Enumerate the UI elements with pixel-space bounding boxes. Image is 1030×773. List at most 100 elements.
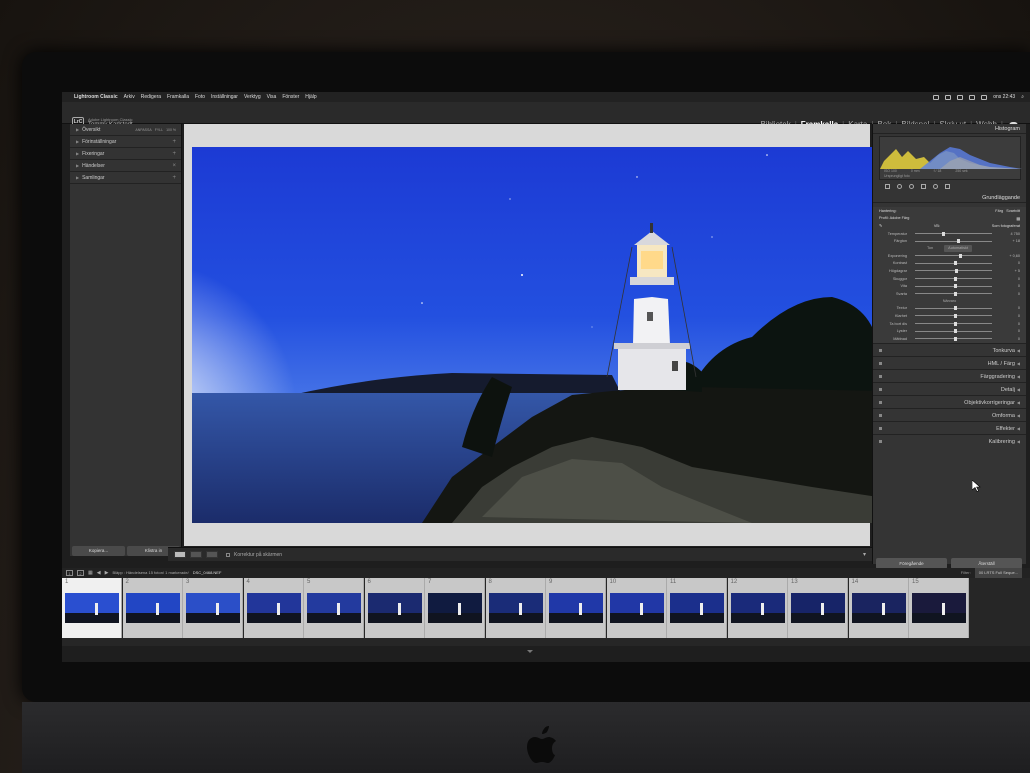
histogram-header[interactable]: Histogram (873, 124, 1026, 134)
graduated-filter-icon[interactable] (921, 184, 926, 189)
collections-header[interactable]: ▶ Samlingar + (70, 172, 181, 184)
slider-thumb[interactable] (957, 239, 961, 244)
filmstrip-thumb[interactable]: 2 (122, 578, 183, 638)
back-arrow-icon[interactable]: ◀ (97, 568, 101, 578)
before-after-view-button[interactable] (190, 551, 202, 558)
slider-value[interactable]: 0 (1000, 277, 1020, 281)
slider-value[interactable]: 0 (1000, 314, 1020, 318)
filmstrip-thumb[interactable]: 6 (364, 578, 425, 638)
menu-redigera[interactable]: Redigera (141, 92, 161, 102)
menu-arkiv[interactable]: Arkiv (124, 92, 135, 102)
slider-thumb[interactable] (953, 336, 957, 341)
copy-settings-button[interactable]: Kopiera... (72, 546, 125, 556)
clear-history-icon[interactable]: × (172, 160, 176, 172)
filmstrip-thumb[interactable]: 15 (909, 578, 969, 638)
panel-toggle-icon[interactable] (879, 400, 882, 404)
slider-thumb[interactable] (953, 284, 957, 289)
crop-icon[interactable] (885, 184, 890, 189)
compare-view-button[interactable] (206, 551, 218, 558)
spot-removal-icon[interactable] (897, 184, 902, 189)
slider-track[interactable] (915, 239, 992, 244)
softproof-checkbox[interactable] (226, 552, 230, 557)
slider-track[interactable] (915, 276, 992, 281)
add-preset-icon[interactable]: + (172, 136, 176, 148)
grid-icon[interactable]: ▦ (88, 568, 93, 578)
slider-thumb[interactable] (953, 261, 957, 266)
zoom-fit[interactable]: ANPASSA (135, 124, 151, 136)
slider-value[interactable]: + 5 (1000, 269, 1020, 273)
filmstrip-thumb[interactable]: 11 (667, 578, 727, 638)
brush-icon[interactable] (945, 184, 950, 189)
auto-tone-button[interactable]: Automatiskt (944, 244, 973, 252)
image-view[interactable] (184, 124, 878, 546)
slider-thumb[interactable] (955, 268, 959, 273)
dropbox-icon[interactable] (933, 94, 940, 100)
add-snapshot-icon[interactable]: + (172, 148, 176, 160)
bottom-panel-toggle[interactable] (527, 650, 533, 653)
slider-track[interactable] (915, 253, 992, 258)
panel-toggle-icon[interactable] (879, 361, 882, 365)
slider-thumb[interactable] (953, 321, 957, 326)
slider-value[interactable]: 0 (1000, 284, 1020, 288)
filmstrip-thumb[interactable]: 8 (485, 578, 546, 638)
profile-select[interactable]: Adobe Färg (890, 216, 910, 220)
slider-track[interactable] (915, 336, 992, 341)
filmstrip-thumb[interactable]: 13 (788, 578, 848, 638)
slider-thumb[interactable] (953, 329, 957, 334)
panel-header-4[interactable]: Objektivkorrigeringar ◀ (873, 394, 1026, 408)
filmstrip-thumb[interactable]: 7 (425, 578, 485, 638)
slider-value[interactable]: 0 (1000, 306, 1020, 310)
menu-visa[interactable]: Visa (267, 92, 277, 102)
menu-foto[interactable]: Foto (195, 92, 205, 102)
slider-track[interactable] (915, 313, 992, 318)
filmstrip-thumb[interactable]: 5 (304, 578, 364, 638)
filmstrip-thumb[interactable]: 1 (62, 578, 122, 638)
slider-track[interactable] (915, 306, 992, 311)
display-icon[interactable] (945, 94, 952, 100)
slider-thumb[interactable] (953, 276, 957, 281)
menubar-clock[interactable]: ons 22:43 (993, 92, 1015, 102)
zoom-100[interactable]: 100 % (166, 124, 176, 136)
slider-track[interactable] (915, 329, 992, 334)
slider-value[interactable]: + 0,60 (1000, 254, 1020, 258)
slider-value[interactable]: 0 (1000, 261, 1020, 265)
secondary-window-icon[interactable]: 2 (77, 570, 84, 576)
slider-track[interactable] (915, 321, 992, 326)
snapshots-header[interactable]: ▶ Fixeringar + (70, 148, 181, 160)
slider-track[interactable] (915, 284, 992, 289)
slider-thumb[interactable] (958, 253, 962, 258)
filmstrip-thumb[interactable]: 9 (546, 578, 606, 638)
filmstrip-thumb[interactable]: 4 (243, 578, 304, 638)
panel-toggle-icon[interactable] (879, 348, 882, 352)
slider-thumb[interactable] (953, 306, 957, 311)
volume-icon[interactable] (981, 94, 988, 100)
slider-thumb[interactable] (941, 231, 945, 236)
wb-select[interactable]: Som fotograferat (992, 224, 1020, 228)
menu-app[interactable]: Lightroom Classic (74, 92, 118, 102)
slider-thumb[interactable] (953, 291, 957, 296)
treatment-bw[interactable]: Svartvitt (1006, 209, 1020, 213)
zoom-fill[interactable]: FYLL (155, 124, 163, 136)
spotlight-icon[interactable]: ⌕ (1021, 92, 1024, 102)
panel-header-2[interactable]: Färggradering ◀ (873, 368, 1026, 382)
slider-track[interactable] (915, 268, 992, 273)
filmstrip-source[interactable]: Bläpp : Händelsena 15 foton/ 1 markerade… (112, 568, 188, 578)
filmstrip-thumb[interactable]: 12 (727, 578, 788, 638)
panel-toggle-icon[interactable] (879, 426, 882, 430)
panel-header-7[interactable]: Kalibrering ◀ (873, 433, 1026, 447)
panel-header-1[interactable]: HML / Färg ◀ (873, 355, 1026, 369)
slider-track[interactable] (915, 261, 992, 266)
filmstrip-thumb[interactable]: 10 (606, 578, 667, 638)
forward-arrow-icon[interactable]: ▶ (105, 568, 109, 578)
filter-select[interactable]: 00 LRTS Full Seque... (974, 568, 1022, 578)
navigator-header[interactable]: ▶ Översikt ANPASSA FYLL 100 % (70, 124, 181, 136)
wifi-icon[interactable] (969, 94, 976, 100)
histogram[interactable]: ISO 100 0 mm f / 18 250 sek Ursprungligt… (879, 136, 1022, 180)
menu-fonster[interactable]: Fönster (282, 92, 299, 102)
panel-header-5[interactable]: Omforma ◀ (873, 407, 1026, 421)
panel-header-0[interactable]: Tonkurva ◀ (873, 342, 1026, 356)
primary-window-icon[interactable]: 1 (66, 570, 73, 576)
profile-browser-icon[interactable]: ▦ (1016, 216, 1020, 221)
treatment-color[interactable]: Färg (995, 209, 1003, 213)
panel-toggle-icon[interactable] (879, 387, 882, 391)
